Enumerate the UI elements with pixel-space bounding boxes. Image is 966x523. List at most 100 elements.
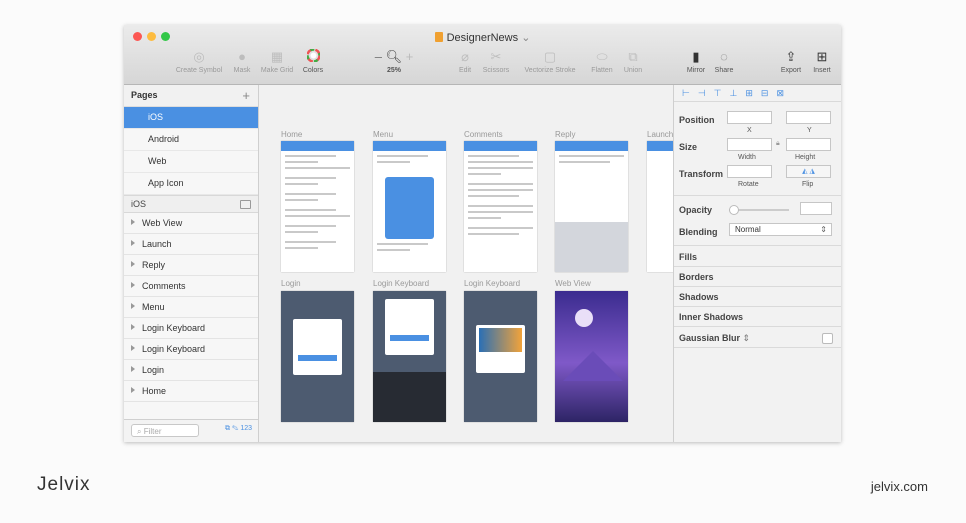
artboard-comments[interactable]: [464, 141, 537, 272]
alignment-bar[interactable]: ⊢⊣⊤⊥⊞⊟⊠: [674, 85, 841, 102]
blending-select[interactable]: Normal ⇕: [729, 223, 832, 236]
artboard-launch[interactable]: [647, 141, 673, 272]
artboard-content: [468, 189, 533, 191]
artboard-label[interactable]: Login Keyboard: [464, 279, 520, 288]
stepper-icon: ⇕: [742, 333, 751, 343]
flatten-button[interactable]: ⬭ Flatten: [586, 49, 618, 74]
opacity-input[interactable]: [800, 202, 832, 215]
lock-icon[interactable]: 🔒︎: [776, 140, 780, 148]
layer-item[interactable]: Login: [124, 360, 258, 381]
artboard-label[interactable]: Menu: [373, 130, 393, 139]
disclosure-triangle-icon[interactable]: [131, 366, 135, 372]
create-symbol-button[interactable]: ◎ Create Symbol: [169, 49, 229, 74]
edit-button[interactable]: ⌀ Edit: [454, 49, 476, 74]
mirror-button[interactable]: ▮ Mirror: [682, 49, 710, 74]
width-input[interactable]: [727, 138, 772, 151]
disclosure-triangle-icon[interactable]: [131, 240, 135, 246]
artboard-navbar: [281, 141, 354, 151]
position-label: Position: [679, 115, 715, 125]
mask-icon: ●: [238, 49, 246, 64]
disclosure-triangle-icon[interactable]: [131, 219, 135, 225]
colors-button[interactable]: Colors: [299, 48, 327, 74]
artboard-menu[interactable]: [373, 141, 446, 272]
artboard-web-view[interactable]: [555, 291, 628, 422]
artboard-label[interactable]: Home: [281, 130, 302, 139]
disclosure-triangle-icon[interactable]: [131, 387, 135, 393]
sketch-window: DesignerNews ⌄ ◎ Create Symbol ● Mask ▦ Mak…: [124, 25, 841, 442]
export-button[interactable]: ⇪ Export: [776, 49, 806, 74]
share-button[interactable]: ◌ Share: [711, 49, 737, 74]
layers-sidebar: Pages + iOS Android Web App Icon iOS Web …: [124, 85, 259, 442]
layer-item[interactable]: Menu: [124, 297, 258, 318]
layer-item[interactable]: Comments: [124, 276, 258, 297]
page-android[interactable]: Android: [124, 129, 258, 151]
union-button[interactable]: ⧉ Union: [619, 49, 647, 74]
artboard-label[interactable]: Login: [281, 279, 301, 288]
disclosure-triangle-icon[interactable]: [131, 345, 135, 351]
make-grid-button[interactable]: ▦ Make Grid: [256, 49, 298, 74]
artboard-reply[interactable]: [555, 141, 628, 272]
mask-button[interactable]: ● Mask: [229, 49, 255, 74]
share-label: Share: [714, 67, 734, 74]
union-icon: ⧉: [628, 49, 638, 64]
transform-label: Transform: [679, 169, 724, 179]
shadows-section[interactable]: Shadows: [679, 292, 719, 302]
vectorize-stroke-label: Vectorize Stroke: [524, 67, 576, 74]
artboard-content: [468, 161, 533, 163]
artboard-label[interactable]: Launch: [647, 130, 673, 139]
layer-item[interactable]: Login Keyboard: [124, 318, 258, 339]
artboard-login-keyboard[interactable]: [373, 291, 446, 422]
gaussian-blur-section[interactable]: Gaussian Blur ⇕: [679, 333, 750, 344]
brand-logo-text: Jelvix: [37, 474, 91, 495]
artboard-content: [285, 247, 318, 249]
disclosure-triangle-icon[interactable]: [131, 324, 135, 330]
title-chevron-icon[interactable]: ⌄: [521, 32, 530, 44]
zoom-out-icon[interactable]: –: [375, 49, 382, 64]
zoom-control[interactable]: – 🔍︎ + 25%: [364, 49, 424, 74]
artboard-label[interactable]: Login Keyboard: [373, 279, 429, 288]
add-page-icon[interactable]: +: [242, 85, 250, 106]
layer-item[interactable]: Launch: [124, 234, 258, 255]
layer-item[interactable]: Login Keyboard: [124, 339, 258, 360]
page-ios[interactable]: iOS: [124, 107, 258, 129]
window-title-text: DesignerNews: [446, 32, 519, 44]
layer-item[interactable]: Home: [124, 381, 258, 402]
layer-count[interactable]: ⧉ ✎ 123: [225, 425, 252, 433]
artboard-label[interactable]: Comments: [464, 130, 503, 139]
grid-icon: ▦: [270, 49, 284, 64]
inner-shadows-section[interactable]: Inner Shadows: [679, 312, 743, 322]
x-label: X: [747, 127, 752, 134]
flip-buttons[interactable]: ◭ ◮: [786, 165, 831, 178]
layer-item[interactable]: Reply: [124, 255, 258, 276]
canvas[interactable]: Home Menu Comments Reply Launch Login Lo…: [259, 85, 673, 442]
opacity-slider-knob[interactable]: [729, 205, 739, 215]
page-app-icon[interactable]: App Icon: [124, 173, 258, 195]
artboard-content: [468, 173, 501, 175]
artboard-login-keyboard-2[interactable]: [464, 291, 537, 422]
gaussian-blur-checkbox[interactable]: [822, 333, 833, 344]
artboard-home[interactable]: [281, 141, 354, 272]
artboard-navbar: [464, 141, 537, 151]
vectorize-stroke-button[interactable]: ▢ Vectorize Stroke: [516, 49, 584, 74]
position-x-input[interactable]: [727, 111, 772, 124]
disclosure-triangle-icon[interactable]: [131, 303, 135, 309]
borders-section[interactable]: Borders: [679, 272, 714, 282]
disclosure-triangle-icon[interactable]: [131, 282, 135, 288]
fills-section[interactable]: Fills: [679, 252, 697, 262]
position-y-input[interactable]: [786, 111, 831, 124]
scissors-button[interactable]: ✂ Scissors: [478, 49, 514, 74]
artboard-login[interactable]: [281, 291, 354, 422]
filter-input[interactable]: ⌕ Filter: [131, 424, 199, 437]
layer-item[interactable]: Web View: [124, 213, 258, 234]
rotate-input[interactable]: [727, 165, 772, 178]
mountain-shape: [563, 351, 623, 381]
height-input[interactable]: [786, 138, 831, 151]
collapse-icon[interactable]: [240, 200, 251, 209]
page-web[interactable]: Web: [124, 151, 258, 173]
current-page-section[interactable]: iOS: [124, 195, 258, 213]
insert-button[interactable]: ⊞ Insert: [807, 49, 837, 74]
zoom-in-icon[interactable]: +: [406, 49, 414, 64]
disclosure-triangle-icon[interactable]: [131, 261, 135, 267]
artboard-label[interactable]: Reply: [555, 130, 575, 139]
artboard-label[interactable]: Web View: [555, 279, 591, 288]
